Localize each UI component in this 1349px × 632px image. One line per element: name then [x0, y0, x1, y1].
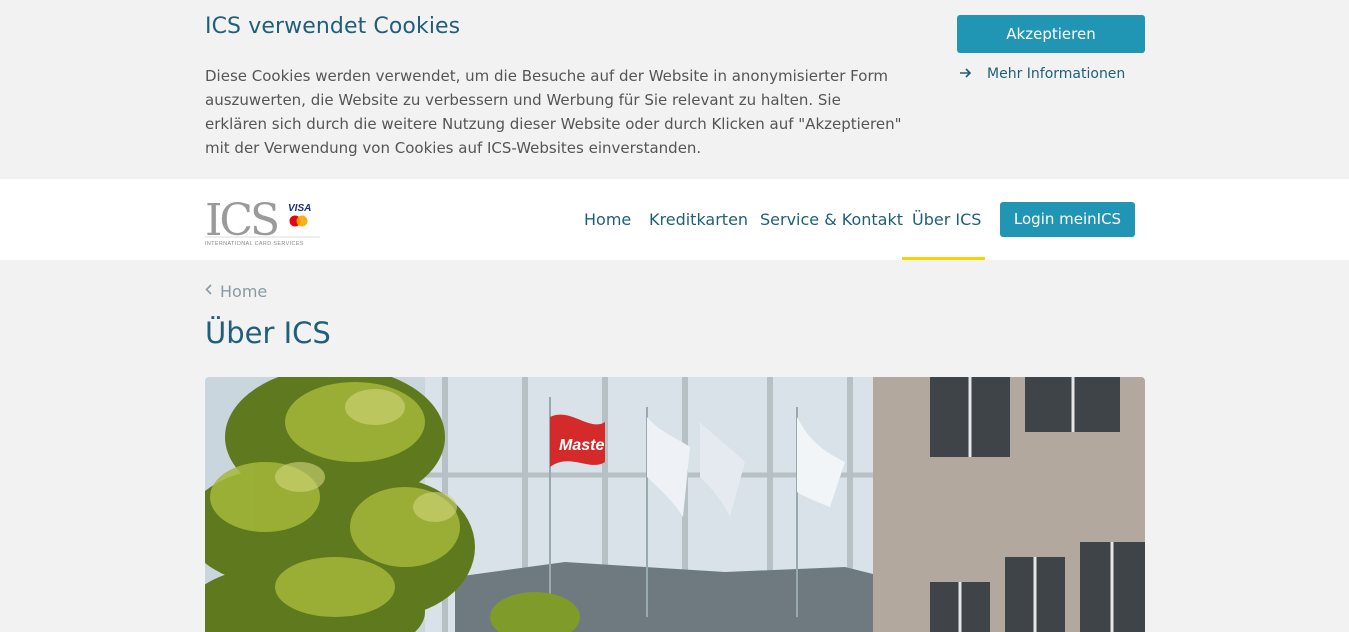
flag-text: Maste — [559, 437, 604, 454]
nav-item-ueber-ics[interactable]: Über ICS — [912, 210, 981, 229]
logo-letters: ICS — [205, 197, 277, 246]
ics-logo[interactable]: ICS VISA INTERNATIONAL CARD SERVICES — [205, 195, 320, 247]
cookie-banner: ICS verwendet Cookies Diese Cookies werd… — [0, 0, 1349, 179]
more-info-label: Mehr Informationen — [987, 66, 1126, 82]
page-title: Über ICS — [205, 316, 331, 350]
logo-tagline: INTERNATIONAL CARD SERVICES — [205, 241, 304, 247]
chevron-left-icon — [205, 284, 212, 299]
accept-cookies-button[interactable]: Akzeptieren — [957, 15, 1145, 53]
active-nav-indicator — [902, 257, 985, 260]
more-info-link[interactable]: Mehr Informationen — [960, 66, 1125, 82]
nav-item-home[interactable]: Home — [584, 210, 631, 229]
breadcrumb-home-link[interactable]: Home — [220, 282, 267, 301]
login-button[interactable]: Login meinICS — [1000, 202, 1135, 237]
cookie-banner-text: Diese Cookies werden verwendet, um die B… — [205, 67, 902, 157]
breadcrumb: Home — [205, 282, 267, 301]
nav-item-service-kontakt[interactable]: Service & Kontakt — [760, 210, 903, 229]
logo-visa: VISA — [288, 203, 311, 214]
nav-item-kreditkarten[interactable]: Kreditkarten — [649, 210, 748, 229]
site-header: ICS VISA INTERNATIONAL CARD SERVICES Hom… — [0, 179, 1349, 260]
hero-image: Maste — [205, 377, 1145, 632]
arrow-right-icon — [960, 66, 974, 82]
cookie-banner-title: ICS verwendet Cookies — [205, 14, 461, 39]
